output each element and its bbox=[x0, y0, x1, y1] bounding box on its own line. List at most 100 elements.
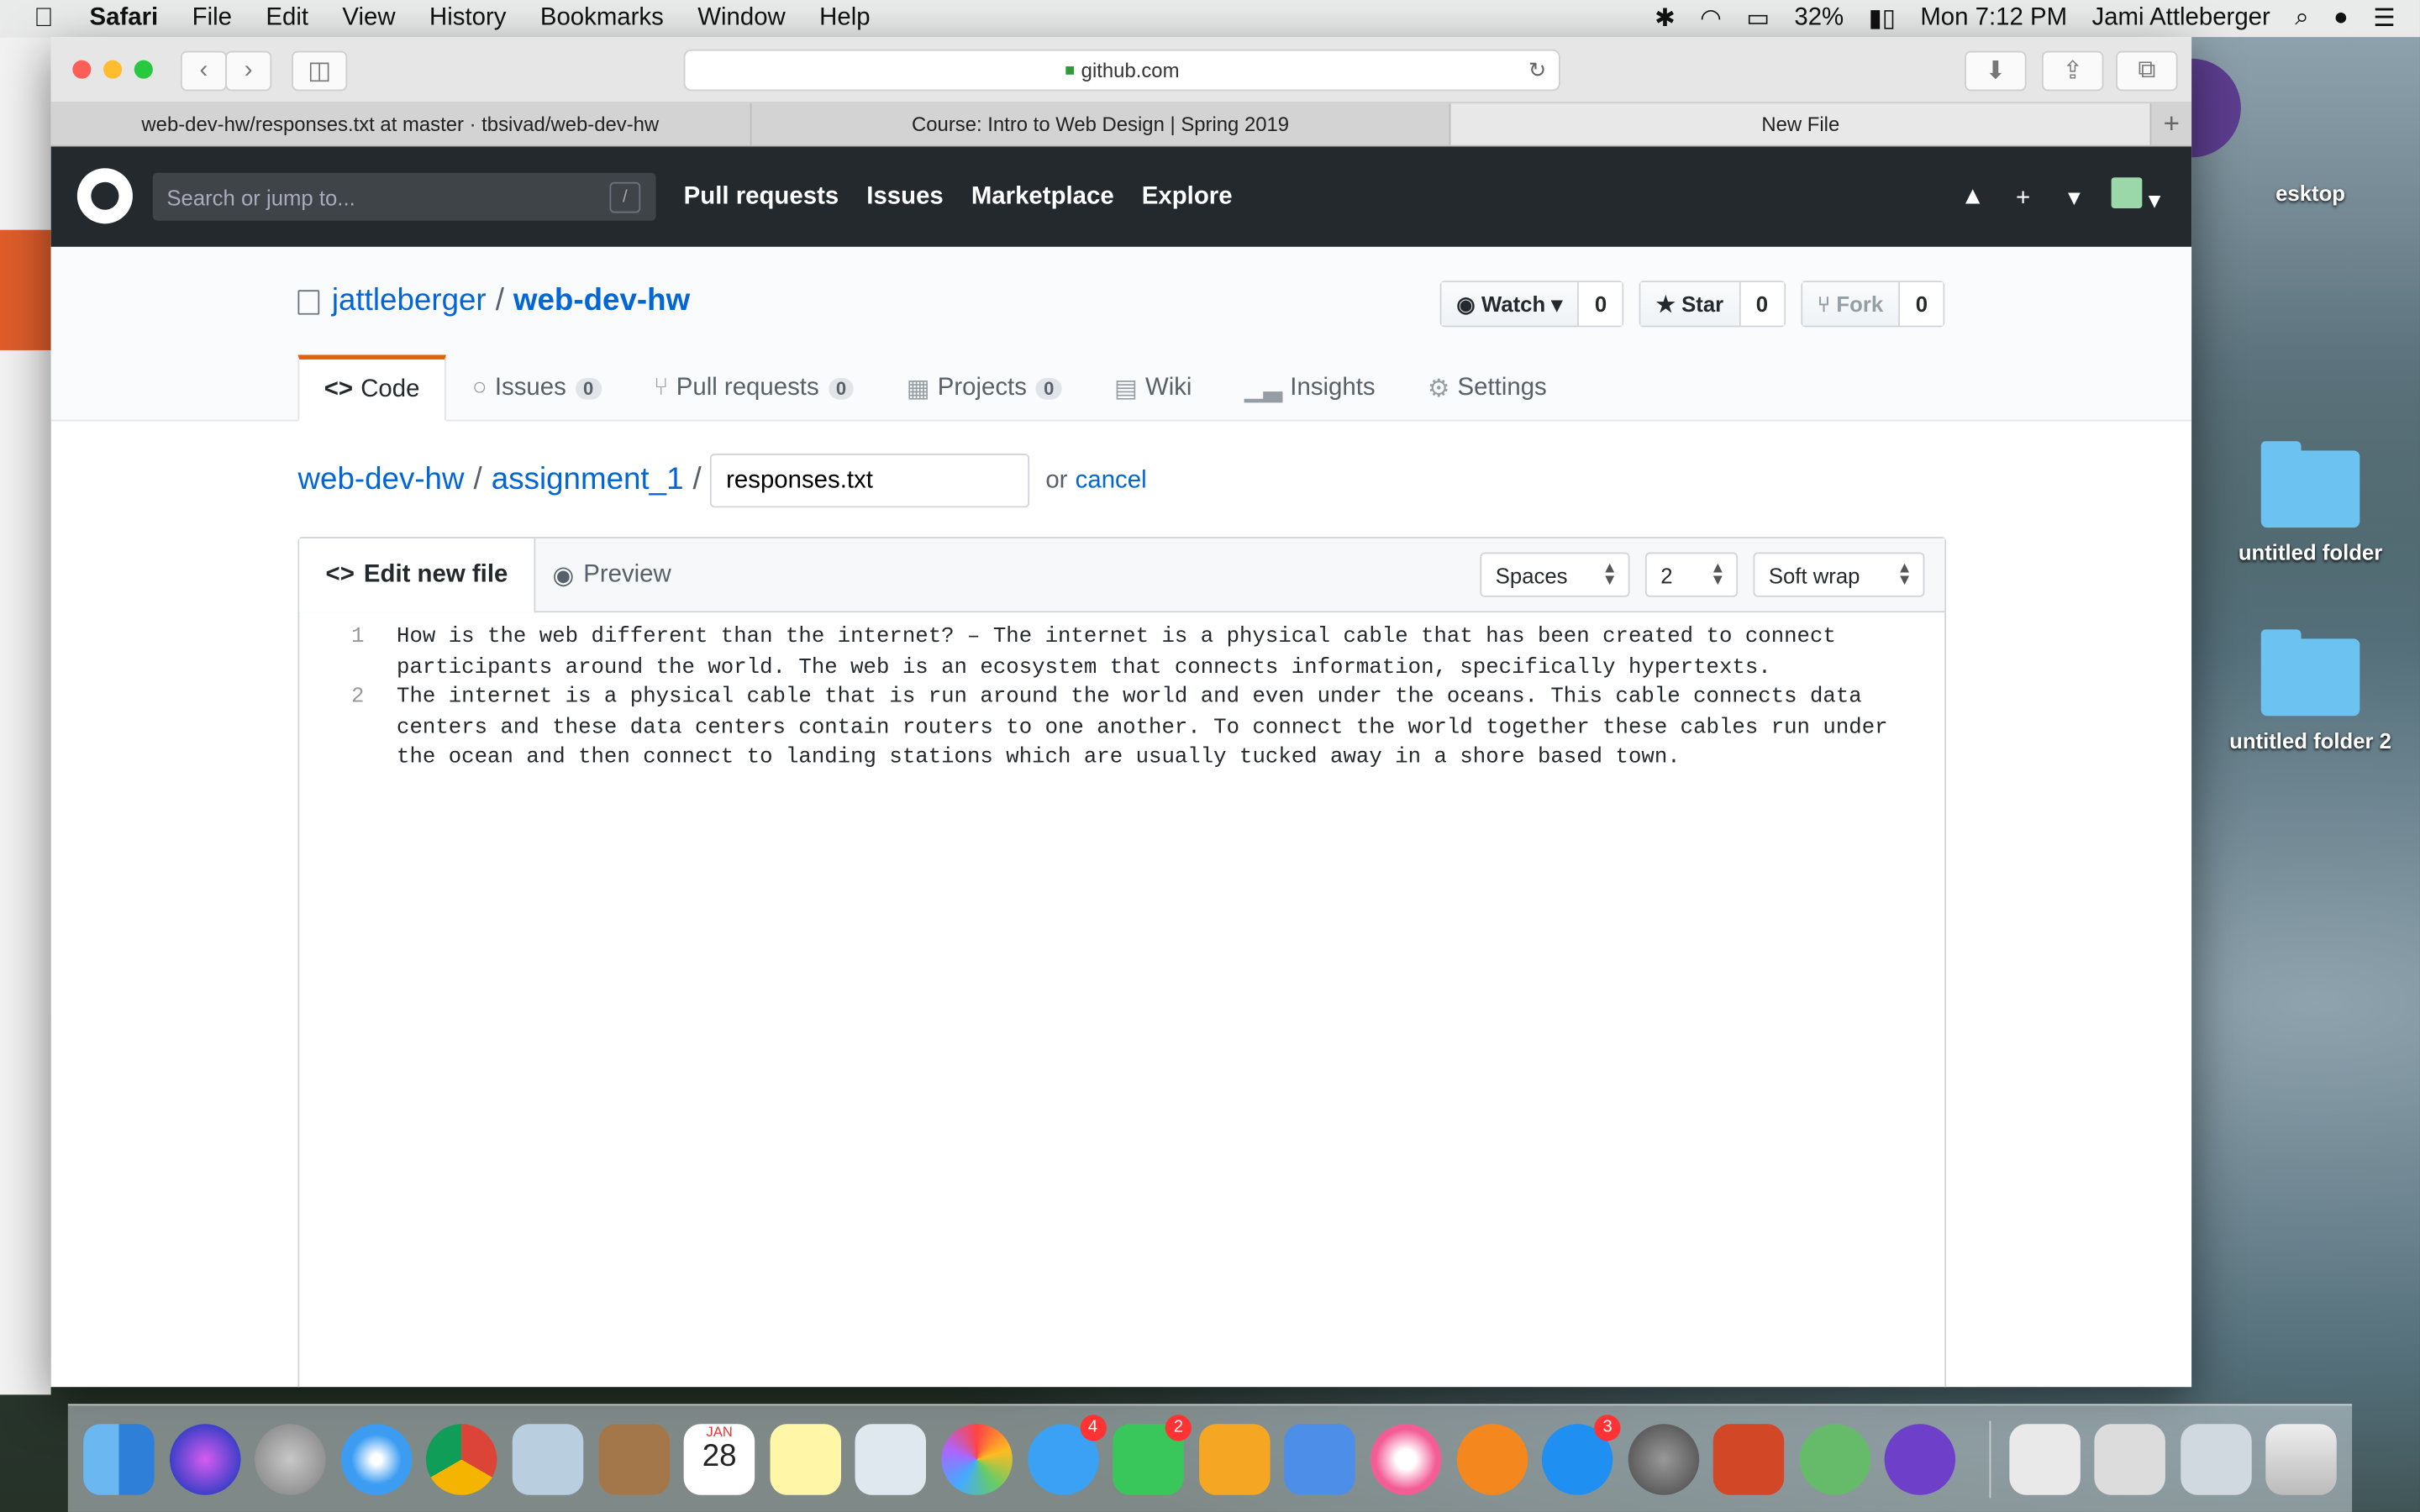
star-count[interactable]: 0 bbox=[1740, 282, 1784, 326]
menu-window[interactable]: Window bbox=[697, 5, 786, 33]
nav-issues[interactable]: Issues bbox=[866, 183, 943, 211]
powerpoint-icon[interactable] bbox=[1713, 1423, 1785, 1494]
siri-icon[interactable] bbox=[169, 1423, 240, 1494]
menu-help[interactable]: Help bbox=[819, 5, 870, 33]
github-logo-icon[interactable] bbox=[76, 168, 133, 224]
address-bar[interactable]: ■ github.com ↻ bbox=[683, 49, 1560, 92]
reload-icon[interactable]: ↻ bbox=[1528, 57, 1547, 83]
close-window-button[interactable] bbox=[72, 60, 92, 79]
star-button[interactable]: ★ Star bbox=[1640, 282, 1741, 326]
system-preferences-icon[interactable] bbox=[1628, 1423, 1699, 1494]
eye-icon: ◉ bbox=[552, 562, 575, 589]
user-menu[interactable]: ▾ bbox=[2111, 177, 2160, 216]
repo-name-link[interactable]: web-dev-hw bbox=[513, 284, 690, 319]
indent-size-select[interactable]: 2 ▲ ▼ bbox=[1644, 552, 1739, 597]
airplay-icon[interactable]: ▭ bbox=[1746, 3, 1770, 34]
sidebar-button[interactable]: ◫ bbox=[292, 50, 348, 92]
wifi-icon[interactable]: ◠ bbox=[1700, 3, 1722, 34]
tab-pull-requests[interactable]: ⑂ Pull requests 0 bbox=[628, 354, 881, 421]
wrap-mode-select[interactable]: Soft wrap ▲ ▼ bbox=[1753, 552, 1925, 597]
siri-icon[interactable]: ● bbox=[2333, 5, 2349, 33]
finder-icon[interactable] bbox=[83, 1423, 155, 1494]
share-button[interactable]: ⇪ bbox=[2041, 50, 2104, 92]
search-input[interactable]: Search or jump to... / bbox=[152, 172, 656, 221]
tab-preview[interactable]: ◉ Preview bbox=[526, 538, 697, 611]
indent-mode-select[interactable]: Spaces ▲ ▼ bbox=[1480, 552, 1630, 597]
battery-icon[interactable]: ▮▯ bbox=[1869, 3, 1896, 34]
tab-projects[interactable]: ▦ Projects 0 bbox=[881, 354, 1088, 421]
itunes-icon[interactable] bbox=[1370, 1423, 1442, 1494]
tab-issues[interactable]: ○ Issues 0 bbox=[446, 354, 628, 421]
trash-icon[interactable] bbox=[2266, 1423, 2338, 1494]
spotlight-icon[interactable]: ⌕ bbox=[2295, 5, 2308, 33]
battery-percent[interactable]: 32% bbox=[1794, 5, 1844, 33]
calendar-icon[interactable]: JAN 28 bbox=[683, 1423, 755, 1494]
messages-icon[interactable]: 4 bbox=[1027, 1414, 1107, 1494]
pages-icon[interactable] bbox=[1198, 1423, 1270, 1494]
maps-icon[interactable] bbox=[855, 1423, 927, 1494]
menu-bookmarks[interactable]: Bookmarks bbox=[540, 5, 664, 33]
back-button[interactable]: ‹ bbox=[180, 50, 227, 92]
chrome-icon[interactable] bbox=[426, 1423, 498, 1494]
menu-view[interactable]: View bbox=[342, 5, 395, 33]
tab-settings[interactable]: ⚙ Settings bbox=[1402, 354, 1573, 421]
breadcrumb-repo-link[interactable]: web-dev-hw bbox=[297, 463, 464, 498]
minimized-window-thumbnail[interactable] bbox=[2008, 1423, 2081, 1494]
nav-marketplace[interactable]: Marketplace bbox=[971, 183, 1114, 211]
menu-file[interactable]: File bbox=[192, 5, 232, 33]
keynote-icon[interactable] bbox=[1284, 1423, 1356, 1494]
tabs-overview-button[interactable]: ⧉ bbox=[2116, 50, 2178, 92]
tab-responses[interactable]: web-dev-hw/responses.txt at master · tbs… bbox=[51, 103, 751, 145]
menu-history[interactable]: History bbox=[429, 5, 506, 33]
new-tab-button[interactable]: + bbox=[2151, 103, 2191, 145]
downloads-button[interactable]: ⬇ bbox=[1965, 50, 2027, 92]
code-area[interactable]: 1 How is the web different than the inte… bbox=[299, 612, 1944, 774]
launchpad-icon[interactable] bbox=[255, 1423, 326, 1494]
repo-owner-link[interactable]: jattleberger bbox=[332, 284, 487, 319]
bell-icon[interactable]: ▲ bbox=[1960, 183, 1985, 211]
fork-count[interactable]: 0 bbox=[1900, 282, 1944, 326]
tab-course[interactable]: Course: Intro to Web Design | Spring 201… bbox=[751, 103, 1452, 145]
atom-icon[interactable] bbox=[1799, 1423, 1870, 1494]
forward-button[interactable]: › bbox=[225, 50, 272, 92]
desktop-folder-untitled[interactable]: untitled folder bbox=[2217, 441, 2402, 564]
menu-edit[interactable]: Edit bbox=[266, 5, 308, 33]
ibooks-icon[interactable] bbox=[1455, 1423, 1528, 1494]
tab-new-file[interactable]: New File bbox=[1451, 103, 2152, 145]
nav-explore[interactable]: Explore bbox=[1142, 183, 1233, 211]
watch-button[interactable]: ◉ Watch ▾ bbox=[1441, 282, 1580, 326]
minimize-window-button[interactable] bbox=[103, 60, 123, 79]
menu-app-safari[interactable]: Safari bbox=[90, 5, 159, 33]
file-editor: <> Edit new file ◉ Preview Spaces ▲ ▼ 2 ▲ ▼ So… bbox=[297, 537, 1947, 1388]
clock[interactable]: Mon 7:12 PM bbox=[1920, 5, 2067, 33]
nav-pull-requests[interactable]: Pull requests bbox=[684, 183, 839, 211]
tab-code[interactable]: <> Code bbox=[297, 354, 446, 422]
safari-icon[interactable] bbox=[340, 1423, 412, 1494]
watch-count[interactable]: 0 bbox=[1579, 282, 1623, 326]
user-name[interactable]: Jami Attleberger bbox=[2091, 5, 2270, 33]
cancel-link[interactable]: cancel bbox=[1076, 467, 1147, 495]
bluetooth-icon[interactable]: ✱ bbox=[1655, 3, 1676, 34]
line-text[interactable]: How is the web different than the intern… bbox=[397, 623, 1924, 684]
facetime-icon[interactable]: 2 bbox=[1113, 1414, 1192, 1494]
mail-icon[interactable] bbox=[512, 1423, 584, 1494]
minimized-window-thumbnail[interactable] bbox=[2180, 1423, 2252, 1494]
app-store-icon[interactable]: 3 bbox=[1542, 1414, 1621, 1494]
photos-icon[interactable] bbox=[941, 1423, 1013, 1494]
line-text[interactable]: The internet is a physical cable that is… bbox=[397, 684, 1924, 774]
filename-input[interactable] bbox=[710, 453, 1030, 508]
notes-icon[interactable] bbox=[770, 1423, 841, 1494]
contacts-icon[interactable] bbox=[597, 1423, 670, 1494]
tab-insights[interactable]: ▁▃ Insights bbox=[1218, 354, 1402, 421]
apple-menu-icon[interactable]:  bbox=[34, 3, 67, 34]
fork-button[interactable]: ⑂ Fork bbox=[1802, 282, 1901, 326]
github-desktop-icon[interactable] bbox=[1885, 1423, 1956, 1494]
desktop-folder-untitled-2[interactable]: untitled folder 2 bbox=[2217, 629, 2402, 753]
tab-edit-new-file[interactable]: <> Edit new file bbox=[299, 538, 536, 613]
zoom-window-button[interactable] bbox=[134, 60, 153, 79]
notification-center-icon[interactable]: ☰ bbox=[2373, 3, 2395, 34]
breadcrumb-folder-link[interactable]: assignment_1 bbox=[492, 463, 684, 498]
minimized-window-thumbnail[interactable] bbox=[2094, 1423, 2166, 1494]
tab-wiki[interactable]: ▤ Wiki bbox=[1088, 354, 1218, 421]
create-new-menu[interactable]: + ▾ bbox=[2016, 181, 2081, 213]
